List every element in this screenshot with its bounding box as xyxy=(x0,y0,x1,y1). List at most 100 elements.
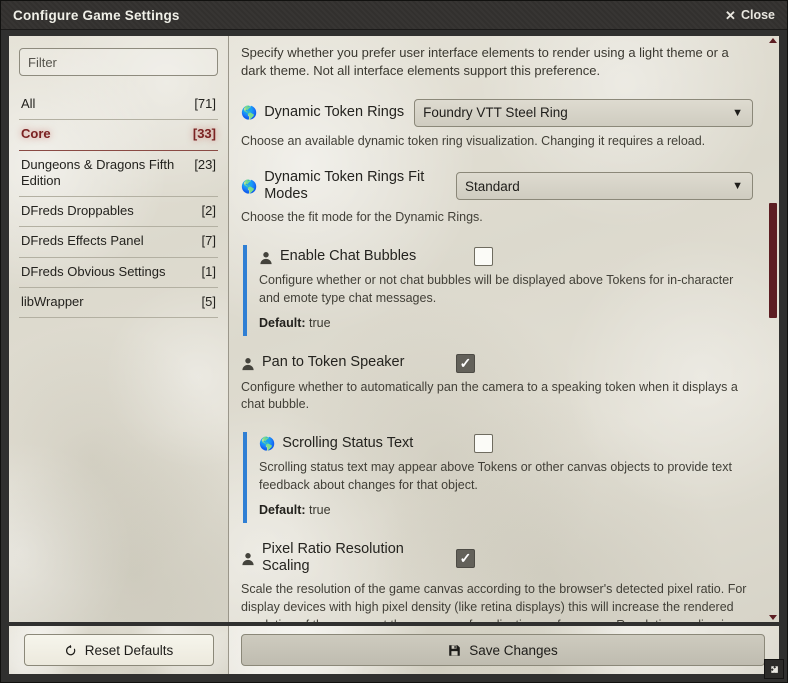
setting-label-text: Pan to Token Speaker xyxy=(262,354,405,371)
sidebar-item-label: DFreds Effects Panel xyxy=(21,233,144,249)
setting-label: Pan to Token Speaker xyxy=(241,354,446,371)
reset-defaults-label: Reset Defaults xyxy=(84,642,174,658)
sidebar-item-label: All xyxy=(21,96,36,111)
sidebar-item-dfreds-droppables[interactable]: DFreds Droppables [2] xyxy=(19,197,218,228)
setting-scrolling-status-text: 🌎 Scrolling Status Text ✓ Scrolling stat… xyxy=(243,432,753,523)
sidebar-item-count: [7] xyxy=(201,233,216,249)
sidebar-item-core[interactable]: Core [33] xyxy=(19,120,218,151)
close-button[interactable]: ✕ Close xyxy=(725,8,775,22)
setting-row: 🌎 Scrolling Status Text ✓ xyxy=(259,434,753,454)
setting-label: Pixel Ratio Resolution Scaling xyxy=(241,541,446,576)
sidebar-item-label: DFreds Droppables xyxy=(21,203,134,218)
filter-input[interactable] xyxy=(19,48,218,76)
select-wrap: Standard ▼ xyxy=(456,172,753,201)
sidebar-item-count: [5] xyxy=(201,293,216,309)
sidebar-item-dnd5e[interactable]: Dungeons & Dragons Fifth Edition [23] xyxy=(19,151,218,197)
user-icon xyxy=(241,552,255,566)
undo-icon xyxy=(64,644,77,657)
enable-chat-bubbles-checkbox[interactable]: ✓ xyxy=(474,247,493,267)
window-body: All [71] Core [33] Dungeons & Dragons Fi… xyxy=(1,30,787,626)
setting-hint: Choose the fit mode for the Dynamic Ring… xyxy=(241,210,483,225)
resize-handle-icon[interactable] xyxy=(764,659,784,679)
setting-label-text: Pixel Ratio Resolution Scaling xyxy=(262,540,404,575)
sidebar-item-dfreds-effects-panel[interactable]: DFreds Effects Panel [7] xyxy=(19,227,218,258)
content-scrollbar[interactable] xyxy=(767,36,779,622)
setting-row: Enable Chat Bubbles ✓ xyxy=(259,247,753,267)
scrollbar-track[interactable] xyxy=(767,43,779,615)
setting-label-text: Enable Chat Bubbles xyxy=(280,247,417,264)
sidebar-item-label: Dungeons & Dragons Fifth Edition xyxy=(21,156,175,188)
globe-icon: 🌎 xyxy=(259,436,276,452)
user-icon xyxy=(241,357,255,371)
setting-label: 🌎 Scrolling Status Text xyxy=(259,435,464,452)
setting-label-text: Dynamic Token Rings Fit Modes xyxy=(264,168,425,203)
setting-default-value: true xyxy=(309,315,331,330)
setting-enable-chat-bubbles: Enable Chat Bubbles ✓ Configure whether … xyxy=(243,245,753,336)
footer-left-panel: Reset Defaults xyxy=(9,626,229,674)
setting-hint: Configure whether or not chat bubbles wi… xyxy=(259,273,734,305)
dynamic-token-rings-select[interactable]: Foundry VTT Steel Ring xyxy=(414,98,753,127)
footer-right-panel: Save Changes xyxy=(229,626,779,674)
dynamic-token-rings-fit-modes-select[interactable]: Standard xyxy=(456,172,753,201)
category-list: All [71] Core [33] Dungeons & Dragons Fi… xyxy=(19,90,218,318)
sidebar-item-count: [1] xyxy=(201,263,216,279)
check-icon: ✓ xyxy=(459,355,472,372)
sidebar-item-label: DFreds Obvious Settings xyxy=(21,263,166,279)
globe-icon: 🌎 xyxy=(241,178,258,194)
sidebar-item-count: [71] xyxy=(194,96,216,111)
sidebar-item-count: [33] xyxy=(192,126,216,142)
sidebar-item-count: [2] xyxy=(201,203,216,218)
sidebar-item-libwrapper[interactable]: libWrapper [5] xyxy=(19,288,218,318)
save-floppy-icon xyxy=(448,644,461,657)
setting-default-value: true xyxy=(309,502,331,517)
setting-default: Default: true xyxy=(259,316,753,330)
scroll-down-arrow-icon[interactable] xyxy=(769,615,777,620)
setting-pixel-ratio-resolution-scaling: Pixel Ratio Resolution Scaling ✓ Scale t… xyxy=(241,541,753,622)
setting-label-text: Scrolling Status Text xyxy=(282,434,414,451)
user-icon xyxy=(259,251,273,265)
window-footer: Reset Defaults Save Changes xyxy=(1,626,787,682)
setting-hint: Scale the resolution of the game canvas … xyxy=(241,582,747,622)
reset-defaults-button[interactable]: Reset Defaults xyxy=(23,634,214,666)
scrollbar-thumb[interactable] xyxy=(769,203,777,318)
setting-default-label: Default: xyxy=(259,502,306,517)
globe-icon: 🌎 xyxy=(241,105,258,121)
setting-label: 🌎 Dynamic Token Rings xyxy=(241,104,404,121)
sidebar-item-label: libWrapper xyxy=(21,293,84,309)
close-x-icon: ✕ xyxy=(725,7,736,23)
setting-row: Pixel Ratio Resolution Scaling ✓ xyxy=(241,541,753,576)
setting-row: Pan to Token Speaker ✓ xyxy=(241,353,753,373)
scrolling-status-text-checkbox[interactable]: ✓ xyxy=(474,434,493,454)
setting-dynamic-token-rings-fit-modes: 🌎 Dynamic Token Rings Fit Modes Standard… xyxy=(241,169,753,228)
save-changes-label: Save Changes xyxy=(469,642,558,658)
settings-list: Specify whether you prefer user interfac… xyxy=(229,36,767,622)
setting-label-text: Dynamic Token Rings xyxy=(264,104,405,121)
intro-paragraph: Specify whether you prefer user interfac… xyxy=(241,45,729,79)
check-icon: ✓ xyxy=(459,550,472,567)
setting-row: 🌎 Dynamic Token Rings Fit Modes Standard… xyxy=(241,169,753,204)
setting-default-label: Default: xyxy=(259,315,306,330)
sidebar-scroll-area: All [71] Core [33] Dungeons & Dragons Fi… xyxy=(9,36,228,622)
content-scroll-wrap: Specify whether you prefer user interfac… xyxy=(229,36,779,622)
sidebar-item-label: Core xyxy=(21,126,51,142)
setting-hint: Scrolling status text may appear above T… xyxy=(259,460,732,492)
configure-game-settings-window: Configure Game Settings ✕ Close All [71]… xyxy=(0,0,788,683)
setting-row: 🌎 Dynamic Token Rings Foundry VTT Steel … xyxy=(241,98,753,127)
save-changes-button[interactable]: Save Changes xyxy=(241,634,765,666)
sidebar-item-dfreds-obvious-settings[interactable]: DFreds Obvious Settings [1] xyxy=(19,258,218,288)
pan-to-token-speaker-checkbox[interactable]: ✓ xyxy=(456,353,475,373)
pixel-ratio-resolution-scaling-checkbox[interactable]: ✓ xyxy=(456,548,475,568)
page-title: Configure Game Settings xyxy=(13,7,180,23)
window-title-bar[interactable]: Configure Game Settings ✕ Close xyxy=(1,1,787,30)
setting-hint: Configure whether to automatically pan t… xyxy=(241,379,738,412)
settings-content-panel: Specify whether you prefer user interfac… xyxy=(229,36,779,622)
close-button-label: Close xyxy=(740,8,775,22)
sidebar-item-all[interactable]: All [71] xyxy=(19,90,218,121)
setting-pan-to-token-speaker: Pan to Token Speaker ✓ Configure whether… xyxy=(241,353,753,415)
setting-dynamic-token-rings: 🌎 Dynamic Token Rings Foundry VTT Steel … xyxy=(241,98,753,151)
sidebar-item-count: [23] xyxy=(194,156,216,172)
setting-default: Default: true xyxy=(259,503,753,517)
setting-label: Enable Chat Bubbles xyxy=(259,248,464,265)
setting-hint: Choose an available dynamic token ring v… xyxy=(241,133,706,148)
setting-label: 🌎 Dynamic Token Rings Fit Modes xyxy=(241,169,446,204)
